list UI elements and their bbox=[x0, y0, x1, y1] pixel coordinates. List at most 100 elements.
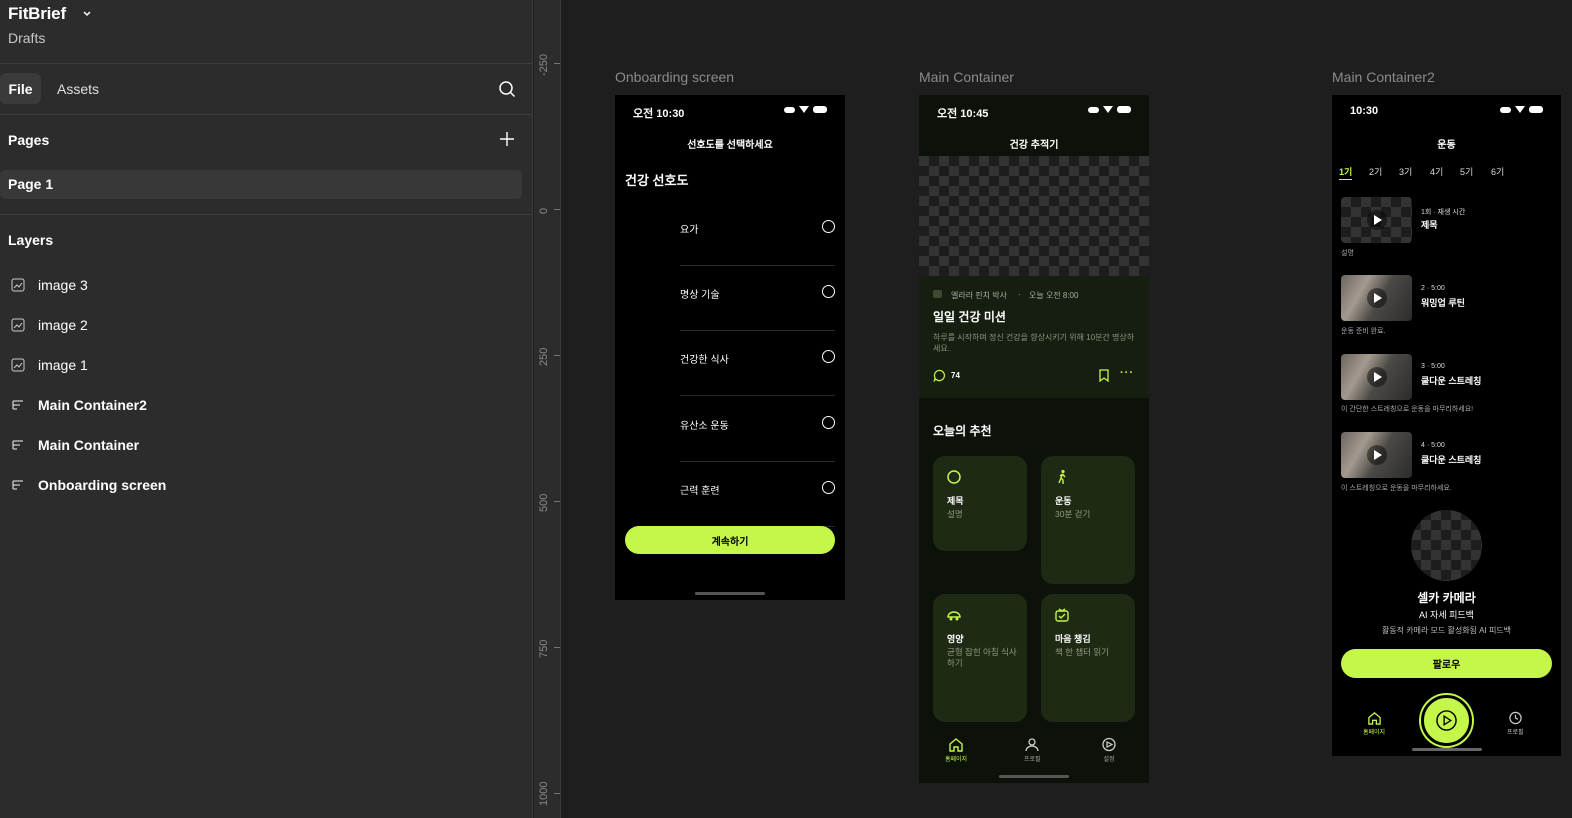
comment-icon[interactable] bbox=[933, 369, 946, 382]
add-page-icon[interactable] bbox=[499, 131, 515, 147]
option-row[interactable]: 근력 훈련 bbox=[680, 462, 835, 527]
divider bbox=[0, 214, 533, 215]
video-thumbnail[interactable] bbox=[1341, 432, 1412, 478]
tab-week-1[interactable]: 1기 bbox=[1339, 165, 1353, 180]
recommendation-card[interactable]: 운동 30분 걷기 bbox=[1041, 456, 1135, 584]
nav-label: 홈페이지 bbox=[945, 757, 968, 763]
play-icon bbox=[1367, 288, 1387, 308]
profile-icon bbox=[1025, 738, 1039, 752]
layer-item[interactable]: Main Container2 bbox=[0, 385, 533, 425]
project-location[interactable]: Drafts bbox=[8, 30, 45, 46]
video-thumbnail[interactable] bbox=[1341, 275, 1412, 321]
card-title: 운동 bbox=[1055, 496, 1072, 506]
card-title: 마음 챙김 bbox=[1055, 634, 1091, 644]
selfie-title: 셀카 카메라 bbox=[1417, 591, 1476, 605]
food-icon bbox=[947, 611, 961, 621]
nav-home[interactable]: 홈페이지 bbox=[945, 737, 967, 763]
bookmark-icon[interactable] bbox=[1098, 369, 1110, 382]
tab-file[interactable]: File bbox=[0, 73, 41, 104]
layer-label: Onboarding screen bbox=[38, 477, 167, 493]
chevron-down-icon[interactable] bbox=[80, 6, 94, 20]
layers-title: Layers bbox=[8, 232, 54, 248]
more-icon[interactable]: ··· bbox=[1120, 367, 1134, 379]
layer-item[interactable]: image 2 bbox=[0, 305, 533, 345]
video-thumbnail[interactable] bbox=[1341, 197, 1412, 243]
image-layer-icon bbox=[11, 358, 25, 372]
selfie-subtitle: AI 자세 피드백 bbox=[1419, 610, 1474, 620]
ruler-label: -250 bbox=[538, 53, 550, 76]
option-label: 유산소 운동 bbox=[680, 421, 729, 432]
follow-button[interactable]: 팔로우 bbox=[1341, 649, 1552, 678]
status-icons bbox=[784, 106, 827, 113]
play-icon bbox=[1436, 710, 1457, 731]
mission-card[interactable]: 엘라라 핀치 박사 · 오늘 오전 8:00 일일 건강 미션 하루를 시작하며… bbox=[919, 276, 1149, 398]
video-description: 설명 bbox=[1341, 250, 1354, 257]
nav-settings[interactable]: 설정 bbox=[1101, 737, 1117, 763]
ruler-label: 1000 bbox=[538, 781, 550, 806]
tab-week-6[interactable]: 6기 bbox=[1491, 165, 1504, 178]
status-icons bbox=[1500, 106, 1543, 113]
option-label: 근력 훈련 bbox=[680, 486, 720, 497]
video-title: 쿨다운 스트레칭 bbox=[1421, 376, 1482, 386]
settings-icon bbox=[1102, 737, 1116, 752]
tab-week-5[interactable]: 5기 bbox=[1460, 165, 1473, 178]
play-icon bbox=[1367, 367, 1387, 387]
recommendation-card[interactable]: 영양 균형 잡힌 아침 식사하기 bbox=[933, 594, 1027, 722]
card-title: 영양 bbox=[947, 634, 964, 644]
frame-title[interactable]: Main Container bbox=[919, 69, 1014, 85]
layer-item[interactable]: Main Container bbox=[0, 425, 533, 465]
layer-label: image 1 bbox=[38, 357, 88, 373]
nav-profile[interactable]: 프로필 bbox=[1024, 737, 1041, 763]
onboarding-frame[interactable]: 오전 10:30 선호도를 선택하세요 건강 선호도 요가 명상 기술 건강한 … bbox=[615, 95, 845, 600]
tab-week-3[interactable]: 3기 bbox=[1399, 165, 1412, 178]
play-icon bbox=[1367, 210, 1387, 230]
radio-button[interactable] bbox=[822, 350, 835, 363]
selfie-description: 활동적 카메라 모드 활성화됨 AI 피드백 bbox=[1381, 626, 1512, 635]
divider bbox=[0, 114, 533, 115]
radio-button[interactable] bbox=[822, 416, 835, 429]
pages-title: Pages bbox=[8, 132, 50, 148]
frame-title[interactable]: Main Container2 bbox=[1332, 69, 1435, 85]
radio-button[interactable] bbox=[822, 285, 835, 298]
frame-title[interactable]: Onboarding screen bbox=[615, 69, 734, 85]
option-row[interactable]: 명상 기술 bbox=[680, 266, 835, 331]
tab-week-2[interactable]: 2기 bbox=[1369, 165, 1382, 178]
video-thumbnail[interactable] bbox=[1341, 354, 1412, 400]
main-container-frame[interactable]: 오전 10:45 건강 추적기 엘라라 핀치 박사 · 오늘 오전 8:00 일… bbox=[919, 95, 1149, 783]
selfie-camera-preview[interactable] bbox=[1411, 510, 1482, 581]
ruler-label: 250 bbox=[538, 347, 550, 366]
nav-profile[interactable]: 프로필 bbox=[1507, 711, 1524, 736]
status-time: 오전 10:30 bbox=[633, 108, 685, 120]
radio-button[interactable] bbox=[822, 220, 835, 233]
home-indicator bbox=[695, 592, 765, 595]
card-description: 설명 bbox=[947, 509, 963, 519]
home-icon bbox=[949, 738, 963, 752]
continue-button[interactable]: 계속하기 bbox=[625, 526, 835, 554]
frame-layer-icon bbox=[12, 400, 23, 410]
main-container2-frame[interactable]: 10:30 운동 1기 2기 3기 4기 5기 6기 1회 · 재생 시간 제목… bbox=[1332, 95, 1561, 756]
layer-item[interactable]: image 3 bbox=[0, 265, 533, 305]
tab-week-4[interactable]: 4기 bbox=[1430, 165, 1443, 178]
recommendation-card[interactable]: 마음 챙김 책 한 챕터 읽기 bbox=[1041, 594, 1135, 722]
page-item[interactable]: Page 1 bbox=[0, 170, 522, 199]
option-row[interactable]: 요가 bbox=[680, 201, 835, 266]
option-row[interactable]: 유산소 운동 bbox=[680, 397, 835, 462]
play-fab-button[interactable] bbox=[1421, 695, 1472, 746]
option-row[interactable]: 건강한 식사 bbox=[680, 331, 835, 396]
layer-label: image 2 bbox=[38, 317, 88, 333]
nav-home[interactable]: 홈페이지 bbox=[1363, 711, 1385, 736]
vertical-ruler: -250 0 250 500 750 1000 bbox=[534, 0, 561, 818]
recommendation-card[interactable]: 제목 설명 bbox=[933, 456, 1027, 551]
design-canvas[interactable]: Onboarding screen 오전 10:30 선호도를 선택하세요 건강… bbox=[562, 0, 1572, 818]
project-name[interactable]: FitBrief bbox=[8, 4, 66, 24]
video-description: 이 간단한 스트레칭으로 운동을 마무리하세요! bbox=[1341, 406, 1474, 413]
screen-header: 건강 추적기 bbox=[1009, 140, 1059, 151]
layer-item[interactable]: image 1 bbox=[0, 345, 533, 385]
video-meta: 4 · 5:00 bbox=[1421, 442, 1445, 449]
search-icon[interactable] bbox=[498, 80, 516, 98]
radio-button[interactable] bbox=[822, 481, 835, 494]
card-description: 책 한 챕터 읽기 bbox=[1055, 647, 1110, 657]
tab-assets[interactable]: Assets bbox=[57, 81, 99, 97]
circle-icon bbox=[947, 470, 961, 484]
layer-item[interactable]: Onboarding screen bbox=[0, 465, 533, 505]
